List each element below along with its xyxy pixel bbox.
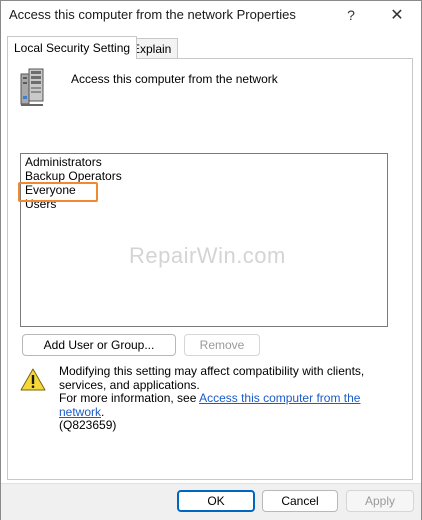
title-bar: Access this computer from the network Pr…	[1, 1, 421, 31]
tab-panel: Access this computer from the network Ad…	[7, 58, 413, 480]
more-info-suffix: .	[101, 404, 105, 419]
dialog-footer: OK Cancel Apply	[1, 483, 421, 520]
ok-button[interactable]: OK	[177, 490, 255, 512]
server-icon	[19, 68, 53, 111]
list-item-administrators[interactable]: Administrators	[25, 155, 102, 169]
properties-dialog: Access this computer from the network Pr…	[0, 0, 422, 520]
everyone-highlight-box	[18, 182, 98, 202]
window-title: Access this computer from the network Pr…	[9, 7, 296, 22]
policy-name: Access this computer from the network	[71, 72, 278, 86]
kb-reference: (Q823659)	[59, 418, 117, 432]
apply-button[interactable]: Apply	[346, 490, 414, 512]
warning-message: Modifying this setting may affect compat…	[59, 364, 399, 433]
tab-local-security-setting[interactable]: Local Security Setting	[7, 36, 138, 59]
add-user-or-group-button[interactable]: Add User or Group...	[22, 334, 176, 356]
remove-button[interactable]: Remove	[184, 334, 260, 356]
cancel-button[interactable]: Cancel	[262, 490, 338, 512]
help-icon: ?	[347, 7, 355, 23]
more-info-line: For more information, see Access this co…	[59, 391, 399, 419]
close-button[interactable]: ✕	[374, 1, 420, 29]
list-item-backup-operators[interactable]: Backup Operators	[25, 169, 122, 183]
close-icon: ✕	[390, 7, 404, 24]
warning-line: Modifying this setting may affect compat…	[59, 364, 365, 392]
more-info-prefix: For more information, see	[59, 391, 200, 405]
accounts-listbox[interactable]: Administrators Backup Operators Everyone…	[20, 153, 388, 327]
help-button[interactable]: ?	[328, 1, 374, 29]
watermark-text: RepairWin.com	[129, 243, 286, 268]
warning-icon	[20, 368, 46, 395]
